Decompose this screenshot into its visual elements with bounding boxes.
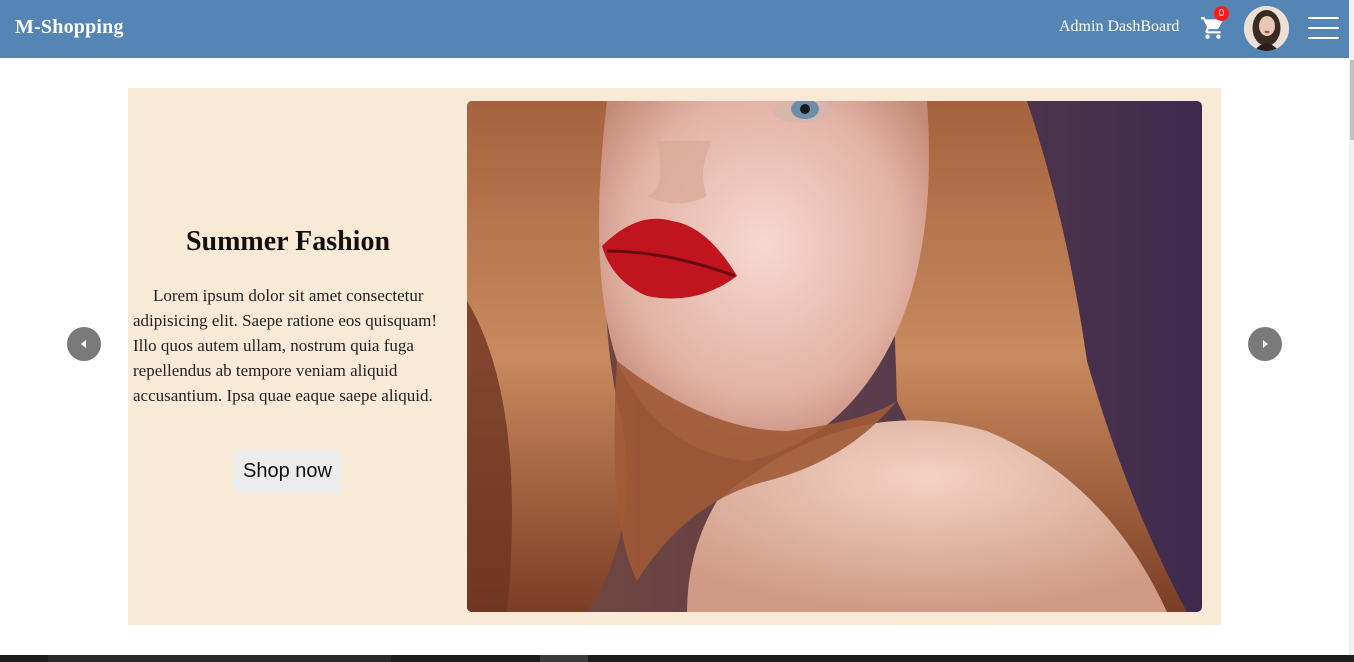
page-scrollbar-thumb[interactable] (1350, 60, 1354, 140)
hero-image (467, 101, 1202, 612)
carousel-prev-button[interactable] (67, 327, 101, 361)
chevron-left-icon (81, 340, 86, 348)
brand-logo[interactable]: M-Shopping (15, 16, 124, 39)
user-avatar[interactable] (1244, 6, 1289, 51)
top-navbar: M-Shopping Admin DashBoard 0 (0, 0, 1349, 58)
slide-title: Summer Fashion (185, 226, 391, 257)
taskbar-search-box[interactable] (48, 655, 391, 662)
shop-now-button[interactable]: Shop now (233, 450, 342, 493)
hero-slide: Summer Fashion Lorem ipsum dolor sit ame… (128, 88, 1221, 625)
slide-description: Lorem ipsum dolor sit amet consectetur a… (133, 286, 438, 405)
hamburger-icon[interactable] (1308, 16, 1339, 40)
chevron-right-icon (1263, 340, 1268, 348)
cart-count-badge: 0 (1214, 6, 1229, 21)
carousel-next-button[interactable] (1248, 327, 1282, 361)
taskbar-app-button[interactable] (540, 655, 588, 662)
admin-dashboard-link[interactable]: Admin DashBoard (1059, 18, 1179, 36)
